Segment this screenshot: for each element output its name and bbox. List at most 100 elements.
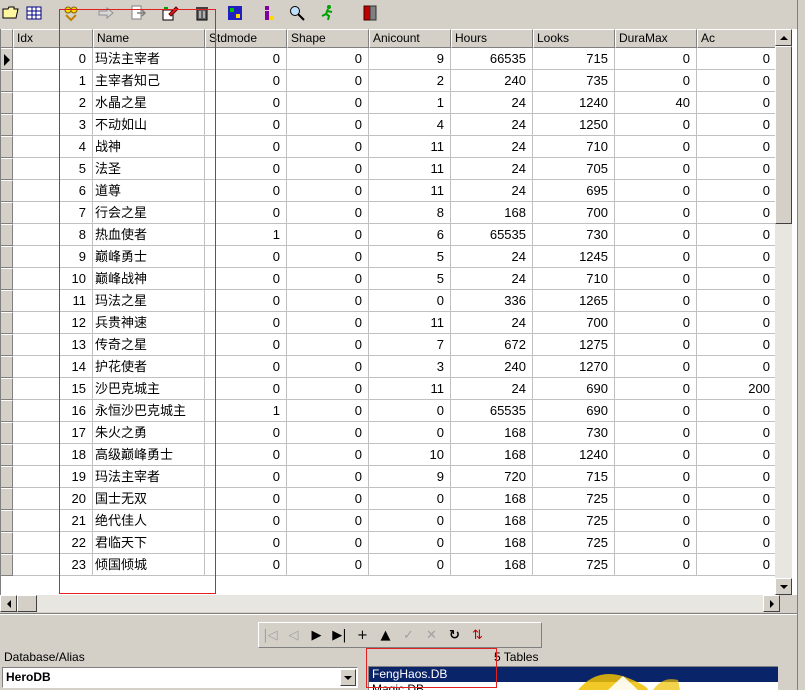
cell-duramax[interactable]: 0 [615, 268, 697, 290]
cell-name[interactable]: 永恒沙巴克城主 [93, 400, 205, 422]
row-indicator[interactable] [1, 114, 13, 136]
cell-hours[interactable]: 24 [451, 158, 533, 180]
table-row[interactable]: 17 朱火之勇 0 0 0 168 730 0 0 [1, 422, 798, 444]
table-row[interactable]: 1 主宰者知己 0 0 2 240 735 0 0 [1, 70, 798, 92]
row-indicator[interactable] [1, 444, 13, 466]
row-indicator[interactable] [1, 422, 13, 444]
cell-stdmode[interactable]: 0 [205, 114, 287, 136]
cell-anicount[interactable]: 11 [369, 136, 451, 158]
cell-name[interactable]: 水晶之星 [93, 92, 205, 114]
cell-anicount[interactable]: 0 [369, 510, 451, 532]
cell-anicount[interactable]: 6 [369, 224, 451, 246]
cell-ac[interactable]: 0 [697, 114, 777, 136]
cell-anicount[interactable]: 5 [369, 268, 451, 290]
cell-ac[interactable]: 0 [697, 510, 777, 532]
cell-stdmode[interactable]: 0 [205, 246, 287, 268]
cell-hours[interactable]: 168 [451, 510, 533, 532]
table-row[interactable]: 3 不动如山 0 0 4 24 1250 0 0 [1, 114, 798, 136]
cell-looks[interactable]: 695 [533, 180, 615, 202]
cell-hours[interactable]: 720 [451, 466, 533, 488]
cell-idx[interactable]: 12 [13, 312, 93, 334]
cell-hours[interactable]: 168 [451, 202, 533, 224]
cell-name[interactable]: 沙巴克城主 [93, 378, 205, 400]
cell-shape[interactable]: 0 [287, 136, 369, 158]
table-row[interactable]: 16 永恒沙巴克城主 1 0 0 65535 690 0 0 [1, 400, 798, 422]
chevron-down-icon[interactable] [340, 669, 356, 686]
table-row[interactable]: 15 沙巴克城主 0 0 11 24 690 0 200 [1, 378, 798, 400]
cell-duramax[interactable]: 0 [615, 158, 697, 180]
table-row[interactable]: 10 巅峰战神 0 0 5 24 710 0 0 [1, 268, 798, 290]
cell-duramax[interactable]: 0 [615, 246, 697, 268]
cell-shape[interactable]: 0 [287, 334, 369, 356]
row-indicator[interactable] [1, 466, 13, 488]
cell-duramax[interactable]: 0 [615, 378, 697, 400]
cell-hours[interactable]: 240 [451, 70, 533, 92]
cell-hours[interactable]: 336 [451, 290, 533, 312]
row-indicator[interactable] [1, 48, 13, 70]
cell-shape[interactable]: 0 [287, 532, 369, 554]
cell-anicount[interactable]: 2 [369, 70, 451, 92]
cell-shape[interactable]: 0 [287, 466, 369, 488]
table-row[interactable]: 13 传奇之星 0 0 7 672 1275 0 0 [1, 334, 798, 356]
cell-stdmode[interactable]: 1 [205, 224, 287, 246]
table-row[interactable]: 6 道尊 0 0 11 24 695 0 0 [1, 180, 798, 202]
insert-record-icon[interactable]: + [351, 624, 374, 646]
cell-duramax[interactable]: 0 [615, 356, 697, 378]
cell-idx[interactable]: 7 [13, 202, 93, 224]
cell-stdmode[interactable]: 0 [205, 510, 287, 532]
cell-hours[interactable]: 168 [451, 532, 533, 554]
cell-duramax[interactable]: 0 [615, 180, 697, 202]
cell-shape[interactable]: 0 [287, 422, 369, 444]
cell-stdmode[interactable]: 0 [205, 202, 287, 224]
cell-shape[interactable]: 0 [287, 510, 369, 532]
row-indicator[interactable] [1, 158, 13, 180]
column-header-shape[interactable]: Shape [287, 29, 369, 48]
cell-name[interactable]: 护花使者 [93, 356, 205, 378]
row-indicator[interactable] [1, 180, 13, 202]
cell-idx[interactable]: 10 [13, 268, 93, 290]
exit-door-icon[interactable] [359, 2, 381, 24]
cell-idx[interactable]: 23 [13, 554, 93, 576]
cell-anicount[interactable]: 11 [369, 180, 451, 202]
cell-stdmode[interactable]: 0 [205, 422, 287, 444]
cell-idx[interactable]: 20 [13, 488, 93, 510]
cell-hours[interactable]: 66535 [451, 48, 533, 70]
grid-view-icon[interactable] [23, 2, 45, 24]
cell-looks[interactable]: 715 [533, 48, 615, 70]
export-icon[interactable] [127, 2, 149, 24]
cell-name[interactable]: 热血使者 [93, 224, 205, 246]
cell-stdmode[interactable]: 0 [205, 136, 287, 158]
row-indicator[interactable] [1, 488, 13, 510]
cell-shape[interactable]: 0 [287, 114, 369, 136]
column-header-hours[interactable]: Hours [451, 29, 533, 48]
cell-idx[interactable]: 8 [13, 224, 93, 246]
row-indicator[interactable] [1, 246, 13, 268]
cell-idx[interactable]: 15 [13, 378, 93, 400]
cell-name[interactable]: 朱火之勇 [93, 422, 205, 444]
cell-idx[interactable]: 17 [13, 422, 93, 444]
cell-name[interactable]: 玛法之星 [93, 290, 205, 312]
cell-name[interactable]: 巅峰战神 [93, 268, 205, 290]
cell-idx[interactable]: 3 [13, 114, 93, 136]
cell-duramax[interactable]: 0 [615, 334, 697, 356]
cell-shape[interactable]: 0 [287, 312, 369, 334]
cell-looks[interactable]: 710 [533, 136, 615, 158]
cell-idx[interactable]: 0 [13, 48, 93, 70]
cell-looks[interactable]: 1240 [533, 444, 615, 466]
column-header-ac[interactable]: Ac [697, 29, 777, 48]
cell-duramax[interactable]: 0 [615, 48, 697, 70]
cell-hours[interactable]: 65535 [451, 224, 533, 246]
column-header-duramax[interactable]: DuraMax [615, 29, 697, 48]
cell-anicount[interactable]: 7 [369, 334, 451, 356]
cell-shape[interactable]: 0 [287, 554, 369, 576]
cell-ac[interactable]: 0 [697, 202, 777, 224]
table-row[interactable]: 22 君临天下 0 0 0 168 725 0 0 [1, 532, 798, 554]
cell-hours[interactable]: 65535 [451, 400, 533, 422]
cell-stdmode[interactable]: 1 [205, 400, 287, 422]
row-indicator[interactable] [1, 312, 13, 334]
cell-idx[interactable]: 19 [13, 466, 93, 488]
cell-name[interactable]: 法圣 [93, 158, 205, 180]
cell-stdmode[interactable]: 0 [205, 488, 287, 510]
cell-duramax[interactable]: 0 [615, 312, 697, 334]
cell-idx[interactable]: 6 [13, 180, 93, 202]
